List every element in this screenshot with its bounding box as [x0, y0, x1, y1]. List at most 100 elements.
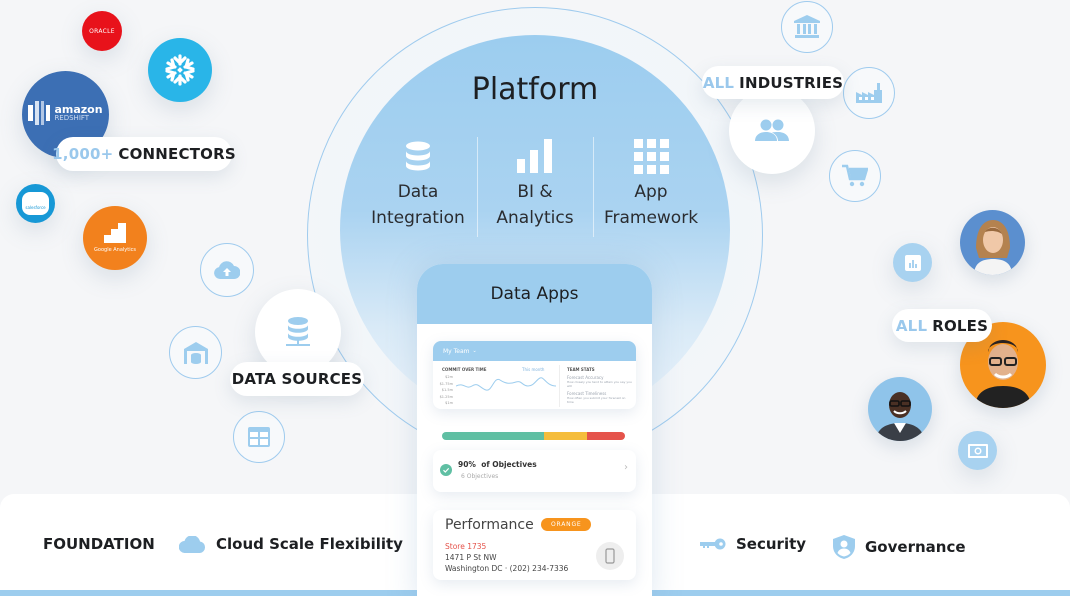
avatar-man-suit [868, 377, 932, 441]
redshift-line1: amazon [54, 102, 103, 116]
data-apps-header: Data Apps [417, 264, 652, 324]
salesforce-logo: salesforce [16, 184, 55, 223]
pillar-app-framework[interactable]: App Framework [593, 133, 709, 231]
connectors-pill: 1,000+ CONNECTORS [52, 137, 236, 171]
objectives-progress-bar [442, 432, 625, 440]
factory-bubble [843, 67, 895, 119]
team-card-title: My Team [443, 347, 470, 355]
industries-label: INDUSTRIES [739, 73, 844, 92]
database-network-icon [286, 317, 310, 346]
store-address: 1471 P St NW [445, 553, 497, 562]
report-bubble [893, 243, 932, 282]
foundation-security[interactable]: Security [700, 535, 806, 553]
pillar-line2: Analytics [496, 208, 574, 228]
cart-bubble [829, 150, 881, 202]
bank-icon [794, 15, 820, 38]
person-woman-photo [974, 220, 1012, 275]
chevron-right-icon[interactable]: › [624, 462, 628, 473]
mobile-phone-icon [605, 548, 615, 564]
foundation-title: FOUNDATION [43, 535, 155, 553]
factory-icon [856, 83, 882, 103]
money-bubble [958, 431, 997, 470]
data-apps-phone: Data Apps My Team ⌄ COMMIT OVER TIME Thi… [417, 264, 652, 596]
performance-badge: ORANGE [541, 518, 592, 531]
pillar-line2: Framework [603, 208, 699, 228]
redshift-line2: REDSHIFT [54, 113, 90, 122]
oracle-logo: ORACLE [82, 11, 122, 51]
objectives-percent: 90% [458, 460, 476, 469]
objectives-label: of Objectives [481, 460, 537, 469]
redshift-icon [28, 100, 51, 125]
stat-desc: How often you submit your forecast on ti… [567, 396, 626, 404]
team-card[interactable]: My Team ⌄ COMMIT OVER TIME This month $2… [433, 341, 636, 409]
objectives-count: 6 Objectives [461, 473, 499, 480]
key-icon [700, 538, 726, 550]
foundation-label: FOUNDATION [43, 535, 155, 553]
google-analytics-logo: Google Analytics [83, 206, 147, 270]
users-icon [755, 119, 789, 141]
pillar-data-integration[interactable]: Data Integration [360, 133, 476, 231]
money-icon [967, 443, 988, 458]
roles-label: ROLES [932, 316, 989, 335]
warehouse-icon [183, 341, 208, 364]
team-card-header[interactable]: My Team ⌄ [433, 341, 636, 361]
industries-pill: ALL INDUSTRIES [702, 66, 844, 99]
report-icon [904, 254, 921, 271]
pillar-bi-analytics[interactable]: BI & Analytics [477, 133, 593, 231]
salesforce-text: salesforce [25, 205, 46, 210]
progress-segment [442, 432, 545, 440]
bank-bubble [781, 1, 833, 53]
google-analytics-text: Google Analytics [94, 247, 136, 253]
store-city-phone: Washington DC · (202) 234-7336 [445, 564, 569, 573]
chart-y-axis: $2m $1.75m $1.5m $1.25m $1m [439, 374, 453, 407]
chart-filter[interactable]: This month [522, 367, 544, 372]
industries-bubble [729, 88, 815, 174]
oracle-logo-text: ORACLE [89, 27, 115, 35]
chevron-down-icon: ⌄ [472, 348, 477, 354]
phone-call-button[interactable] [596, 542, 624, 570]
y-tick-label: $1.5m [441, 388, 453, 392]
objectives-card[interactable]: 90% of Objectives 6 Objectives › [433, 450, 636, 492]
pillar-line1: Data [397, 182, 439, 202]
database-icon [360, 133, 476, 179]
foundation-cloud-scale[interactable]: Cloud Scale Flexibility [179, 535, 403, 553]
grid-icon [593, 133, 709, 179]
chart-title: COMMIT OVER TIME [442, 367, 487, 372]
shield-user-icon [833, 535, 855, 559]
stat-forecast-timeliness: Forecast Timeliness How often you submit… [567, 391, 633, 404]
platform-title: Platform [471, 72, 599, 107]
progress-segment [544, 432, 587, 440]
table-bubble [233, 411, 285, 463]
stat-desc: How closely you tend to attain you say y… [567, 380, 632, 388]
table-icon [248, 427, 270, 447]
snowflake-icon [165, 54, 195, 86]
data-apps-title: Data Apps [490, 284, 579, 304]
objectives-summary: 90% of Objectives [458, 460, 537, 469]
team-stats-title: TEAM STATS [567, 367, 595, 372]
progress-segment [586, 432, 625, 440]
person-man-suit-photo [876, 392, 924, 441]
team-card-divider [559, 365, 560, 407]
cloud-icon [179, 535, 205, 553]
commit-line-chart [456, 377, 556, 391]
warehouse-bubble [169, 326, 222, 379]
connectors-count: 1,000+ [52, 145, 114, 163]
bar-chart-icon [477, 133, 593, 179]
pillar-line2: Integration [371, 208, 465, 228]
roles-accent: ALL [895, 316, 928, 335]
avatar-woman [960, 210, 1025, 275]
google-analytics-icon [104, 223, 126, 243]
foundation-item-label: Cloud Scale Flexibility [216, 535, 403, 553]
commit-line [456, 377, 556, 391]
store-name: Store 1735 [445, 542, 487, 551]
foundation-governance[interactable]: Governance [833, 535, 966, 559]
foundation-item-label: Security [736, 535, 807, 553]
cloud-upload-icon [214, 261, 240, 279]
performance-card[interactable]: Performance ORANGE Store 1735 1471 P St … [433, 510, 636, 580]
cloud-upload-bubble [200, 243, 254, 297]
y-tick-label: $1m [445, 401, 453, 405]
cart-icon [842, 164, 868, 187]
stat-forecast-accuracy: Forecast Accuracy How closely you tend t… [567, 375, 633, 388]
data-sources-label: DATA SOURCES [231, 370, 363, 388]
foundation-item-label: Governance [865, 538, 966, 556]
